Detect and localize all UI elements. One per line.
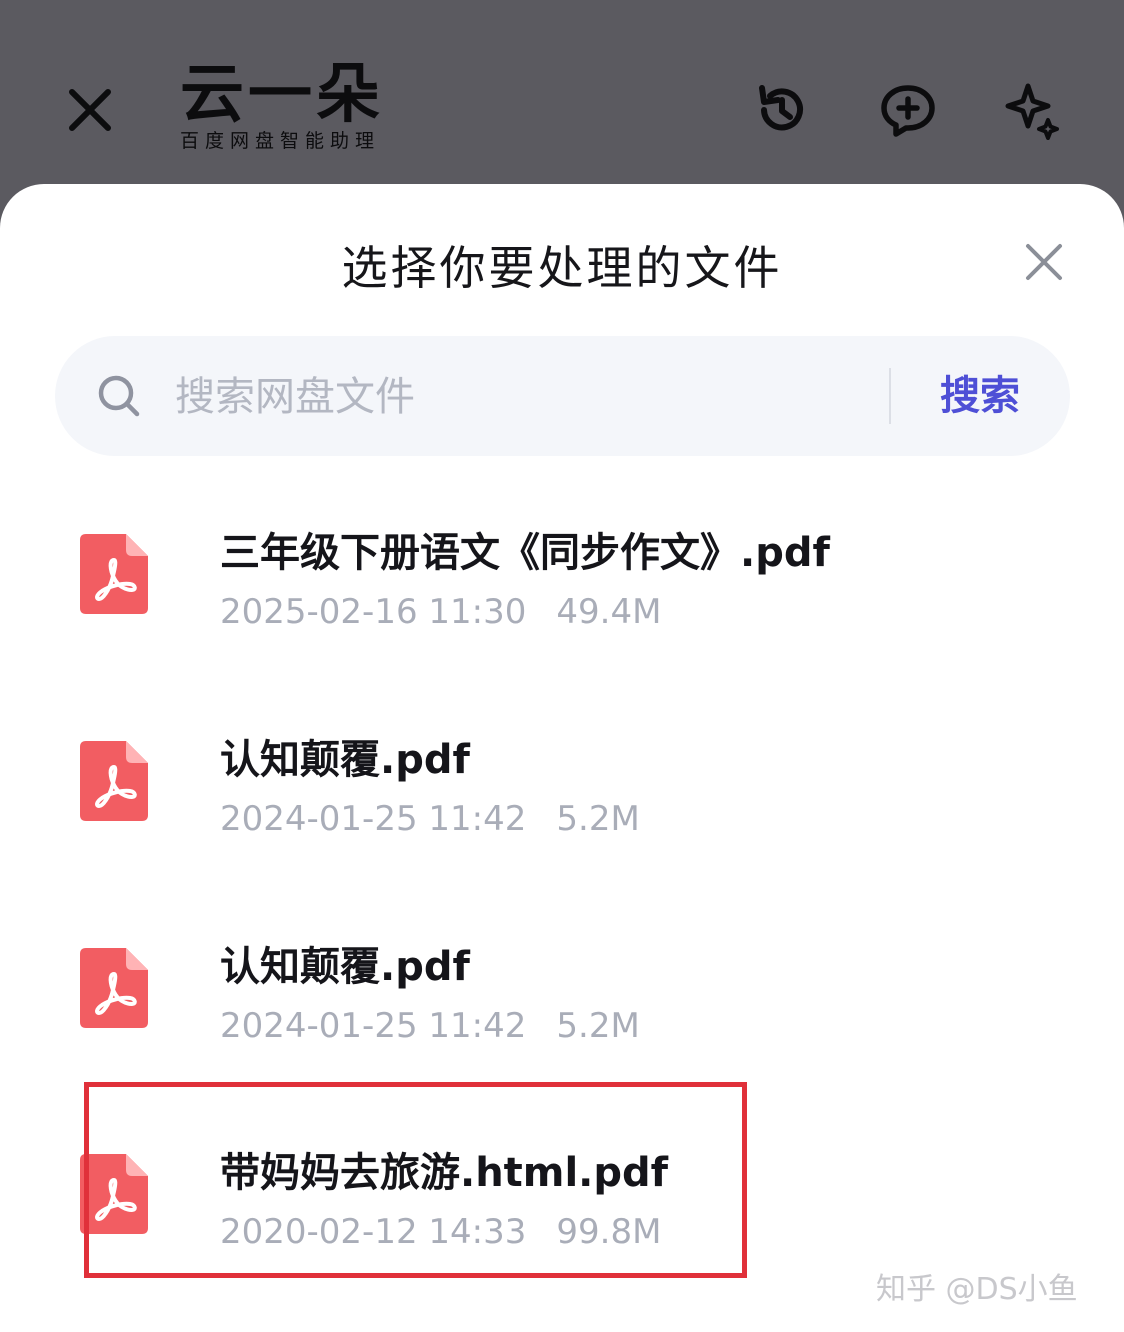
file-date: 2024-01-25 11:42 <box>220 1006 527 1046</box>
search-button[interactable]: 搜索 <box>915 336 1045 456</box>
file-date: 2024-01-25 11:42 <box>220 799 527 839</box>
file-size: 49.4M <box>556 592 662 632</box>
file-size: 99.8M <box>556 1212 662 1252</box>
sparkle-icon[interactable] <box>1000 78 1064 142</box>
file-item[interactable]: 认知颠覆.pdf 2024-01-25 11:42 5.2M <box>0 691 1124 871</box>
file-item[interactable]: 三年级下册语文《同步作文》.pdf 2025-02-16 11:30 49.4M <box>0 484 1124 664</box>
file-item-highlighted[interactable]: 带妈妈去旅游.html.pdf 2020-02-12 14:33 99.8M <box>0 1104 1124 1284</box>
pdf-icon <box>80 1154 148 1234</box>
file-name: 认知颠覆.pdf <box>220 944 470 990</box>
app-logo: 云一朵 百度网盘智能助理 <box>180 62 384 153</box>
file-date: 2020-02-12 14:33 <box>220 1212 527 1252</box>
file-meta: 2025-02-16 11:30 49.4M <box>220 592 661 632</box>
file-name: 带妈妈去旅游.html.pdf <box>220 1150 669 1196</box>
file-picker-sheet: 选择你要处理的文件 搜索 三年级下册语文《同步作文》.pdf 2025-02-1… <box>0 184 1124 1332</box>
search-divider <box>889 368 891 424</box>
sheet-title: 选择你要处理的文件 <box>341 241 783 295</box>
new-chat-icon[interactable] <box>876 78 940 142</box>
logo-subtitle: 百度网盘智能助理 <box>180 130 381 152</box>
pdf-icon <box>80 741 148 821</box>
file-name: 认知颠覆.pdf <box>220 737 470 783</box>
file-meta: 2024-01-25 11:42 5.2M <box>220 1006 640 1046</box>
search-bar: 搜索 <box>55 336 1070 456</box>
pdf-icon <box>80 948 148 1028</box>
search-input[interactable] <box>173 362 867 432</box>
watermark: 知乎 @DS小鱼 <box>876 1272 1078 1307</box>
file-date: 2025-02-16 11:30 <box>220 592 527 632</box>
file-meta: 2020-02-12 14:33 99.8M <box>220 1212 661 1252</box>
history-icon[interactable] <box>750 78 814 142</box>
file-meta: 2024-01-25 11:42 5.2M <box>220 799 640 839</box>
file-name: 三年级下册语文《同步作文》.pdf <box>220 530 830 576</box>
sheet-close-icon[interactable] <box>1018 236 1070 288</box>
logo-title: 云一朵 <box>180 58 384 132</box>
search-icon <box>98 375 140 417</box>
file-size: 5.2M <box>556 799 640 839</box>
file-size: 5.2M <box>556 1006 640 1046</box>
app-header: 云一朵 百度网盘智能助理 <box>0 0 1124 200</box>
close-icon[interactable] <box>58 78 122 142</box>
pdf-icon <box>80 534 148 614</box>
file-item[interactable]: 认知颠覆.pdf 2024-01-25 11:42 5.2M <box>0 898 1124 1078</box>
